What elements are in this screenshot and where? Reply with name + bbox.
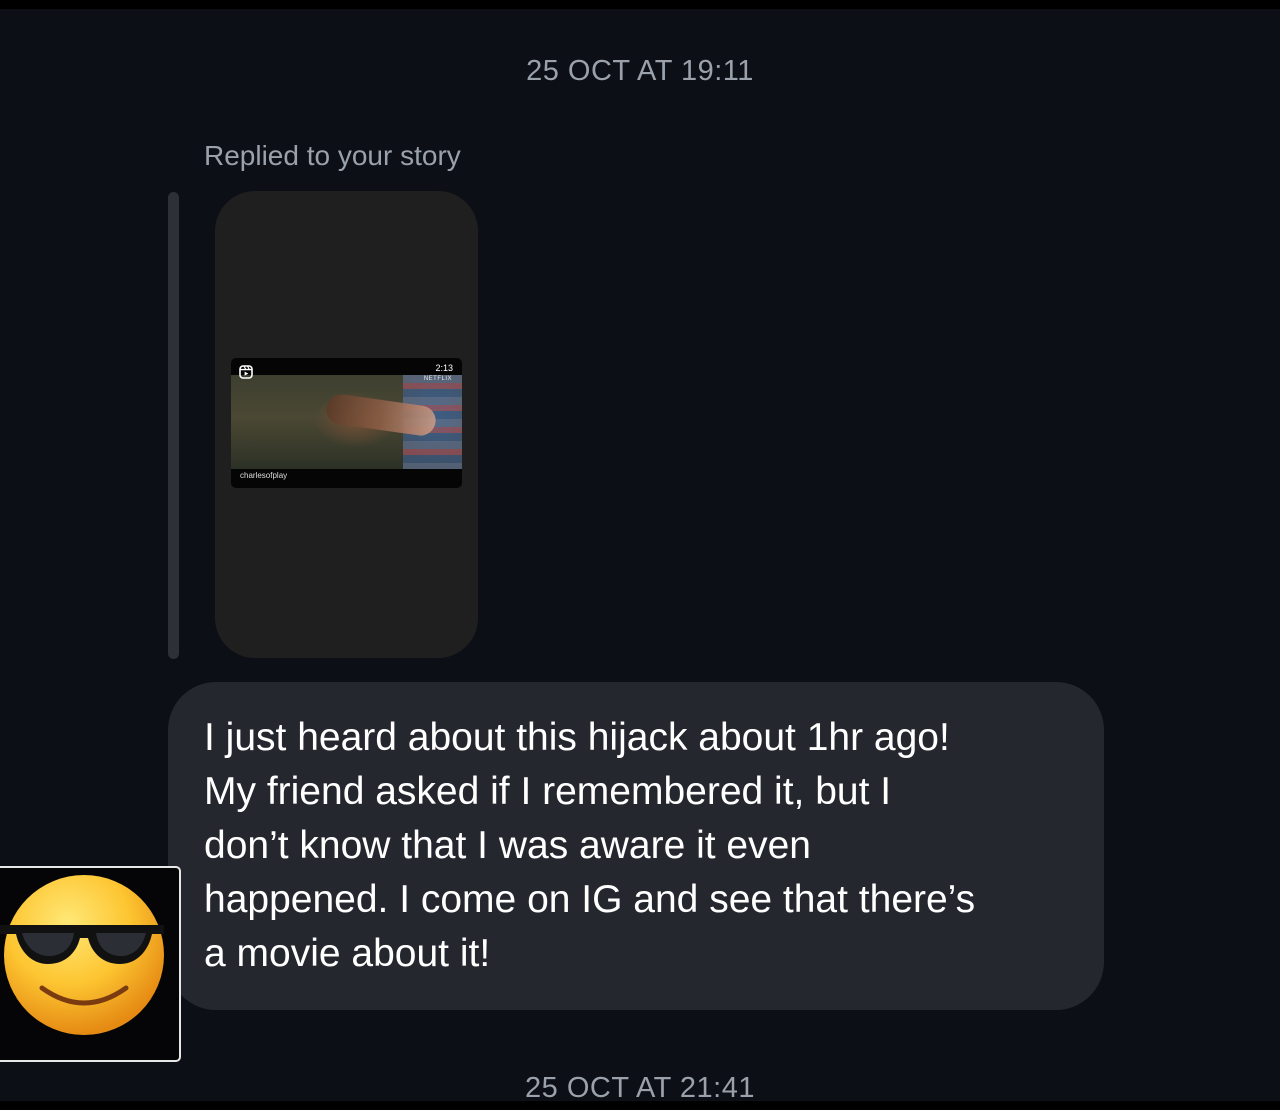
- smiling-face-with-sunglasses-icon[interactable]: [0, 866, 181, 1062]
- reel-username: charlesofplay: [240, 471, 288, 480]
- reply-indicator-bar: [168, 192, 179, 659]
- chat-thread[interactable]: 25 OCT AT 19:11 Replied to your story 2:…: [0, 9, 1280, 1104]
- story-reply-label: Replied to your story: [204, 140, 461, 171]
- message-bubble[interactable]: I just heard about this hijack about 1hr…: [168, 682, 1104, 1010]
- reel-thumbnail[interactable]: 2:13 NETFLIX charlesofplay: [231, 358, 462, 488]
- reel-brand-watermark: NETFLIX: [423, 376, 452, 382]
- timestamp: 25 OCT AT 21:41: [525, 1072, 755, 1104]
- reels-icon: [239, 365, 253, 379]
- reel-video-frame: [231, 375, 462, 469]
- timestamp: 25 OCT AT 19:11: [526, 55, 754, 87]
- reel-duration: 2:13: [435, 363, 453, 373]
- story-preview-card[interactable]: 2:13 NETFLIX charlesofplay: [215, 191, 478, 658]
- emoji-graphic: [0, 875, 164, 1035]
- message-text: I just heard about this hijack about 1hr…: [204, 716, 976, 975]
